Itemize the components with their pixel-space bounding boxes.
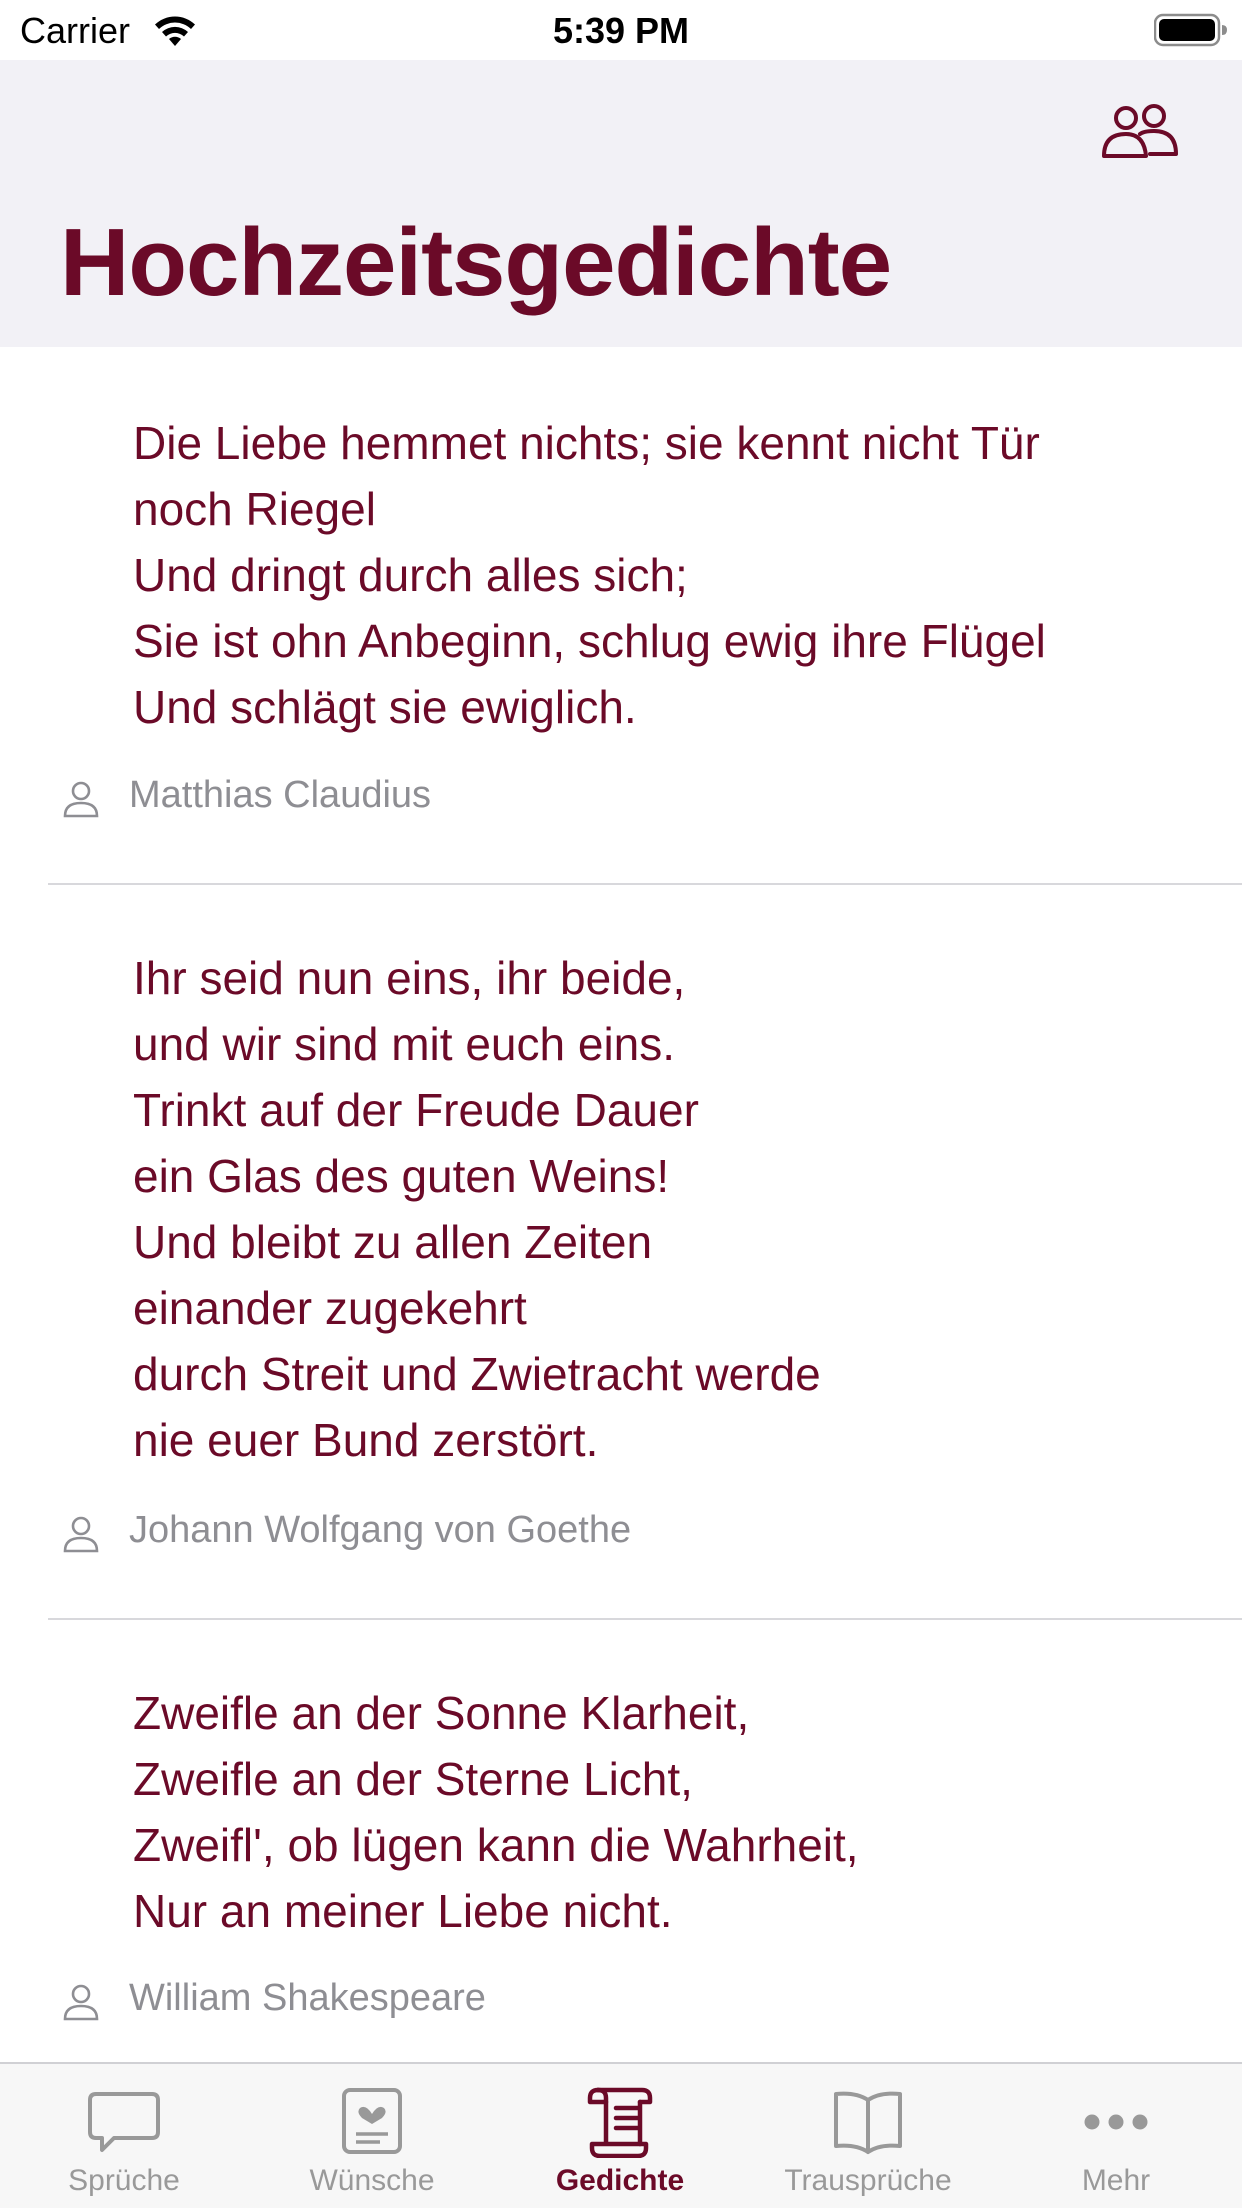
poem-line: und wir sind mit euch eins. bbox=[133, 1018, 676, 1070]
poem-line: Ihr seid nun eins, ihr beide, bbox=[133, 952, 686, 1004]
poem-line: Zweifle an der Sonne Klarheit, bbox=[133, 1687, 750, 1739]
tab-label: Wünsche bbox=[309, 2164, 435, 2197]
poem-line: Zweifle an der Sterne Licht, bbox=[133, 1753, 693, 1805]
poem-line: Und bleibt zu allen Zeiten bbox=[133, 1216, 653, 1268]
tab-sprueche[interactable]: Sprüche bbox=[0, 2064, 248, 2208]
poem-list[interactable]: Die Liebe hemmet nichts; sie kennt nicht… bbox=[0, 347, 1242, 2062]
tab-wuensche[interactable]: Wünsche bbox=[248, 2064, 496, 2208]
book-icon bbox=[834, 2091, 902, 2154]
person-icon bbox=[63, 1516, 99, 1553]
page-title: Hochzeitsgedichte bbox=[60, 209, 892, 316]
screen: Carrier 5:39 PM Hochzeitsgedichte Die Li… bbox=[0, 0, 1242, 2208]
poem-item[interactable]: Ihr seid nun eins, ihr beide, und wir si… bbox=[0, 885, 1242, 1620]
status-time: 5:39 PM bbox=[552, 10, 690, 51]
people-icon[interactable] bbox=[1100, 98, 1180, 162]
poem-line: Trinkt auf der Freude Dauer bbox=[133, 1084, 699, 1136]
status-bar: Carrier 5:39 PM bbox=[0, 0, 1242, 60]
tab-label: Mehr bbox=[1081, 2164, 1151, 2197]
tab-gedichte[interactable]: Gedichte bbox=[496, 2064, 744, 2208]
poem-text: Zweifle an der Sonne Klarheit, Zweifle a… bbox=[133, 1680, 1193, 1944]
poem-line: Zweifl', ob lügen kann die Wahrheit, bbox=[133, 1819, 859, 1871]
poem-line: Sie ist ohn Anbeginn, schlug ewig ihre F… bbox=[133, 615, 1046, 667]
poem-line: noch Riegel bbox=[133, 483, 376, 535]
tab-label: Gedichte bbox=[555, 2164, 685, 2197]
poem-line: ein Glas des guten Weins! bbox=[133, 1150, 670, 1202]
more-icon bbox=[1084, 2114, 1148, 2130]
poem-text: Die Liebe hemmet nichts; sie kennt nicht… bbox=[133, 410, 1193, 740]
poem-line: Und schlägt sie ewiglich. bbox=[133, 681, 637, 733]
poem-line: nie euer Bund zerstört. bbox=[133, 1414, 599, 1466]
tab-trausprueche[interactable]: Trausprüche bbox=[744, 2064, 992, 2208]
author-name: Johann Wolfgang von Goethe bbox=[129, 1509, 632, 1551]
tab-bar: Sprüche Wünsche Gedichte Trausprüche Meh… bbox=[0, 2062, 1242, 2208]
tab-mehr[interactable]: Mehr bbox=[992, 2064, 1240, 2208]
person-icon bbox=[63, 1984, 99, 2021]
tab-label: Sprüche bbox=[68, 2164, 180, 2197]
poem-line: einander zugekehrt bbox=[133, 1282, 527, 1334]
speech-bubble-icon bbox=[88, 2092, 160, 2152]
battery-icon bbox=[1154, 13, 1227, 47]
poem-text: Ihr seid nun eins, ihr beide, und wir si… bbox=[133, 945, 1193, 1473]
scroll-icon bbox=[587, 2087, 653, 2158]
poem-item[interactable]: Zweifle an der Sonne Klarheit, Zweifle a… bbox=[0, 1620, 1242, 2062]
poem-line: durch Streit und Zwietracht werde bbox=[133, 1348, 821, 1400]
card-heart-icon bbox=[342, 2088, 402, 2154]
navigation-header: Hochzeitsgedichte bbox=[0, 60, 1242, 347]
author-name: Matthias Claudius bbox=[129, 774, 432, 816]
person-icon bbox=[63, 781, 99, 818]
poem-line: Die Liebe hemmet nichts; sie kennt nicht… bbox=[133, 417, 1040, 469]
poem-line: Nur an meiner Liebe nicht. bbox=[133, 1885, 673, 1937]
tab-label: Trausprüche bbox=[784, 2164, 952, 2197]
poem-item[interactable]: Die Liebe hemmet nichts; sie kennt nicht… bbox=[0, 347, 1242, 885]
poem-line: Und dringt durch alles sich; bbox=[133, 549, 688, 601]
author-name: William Shakespeare bbox=[129, 1977, 486, 2019]
